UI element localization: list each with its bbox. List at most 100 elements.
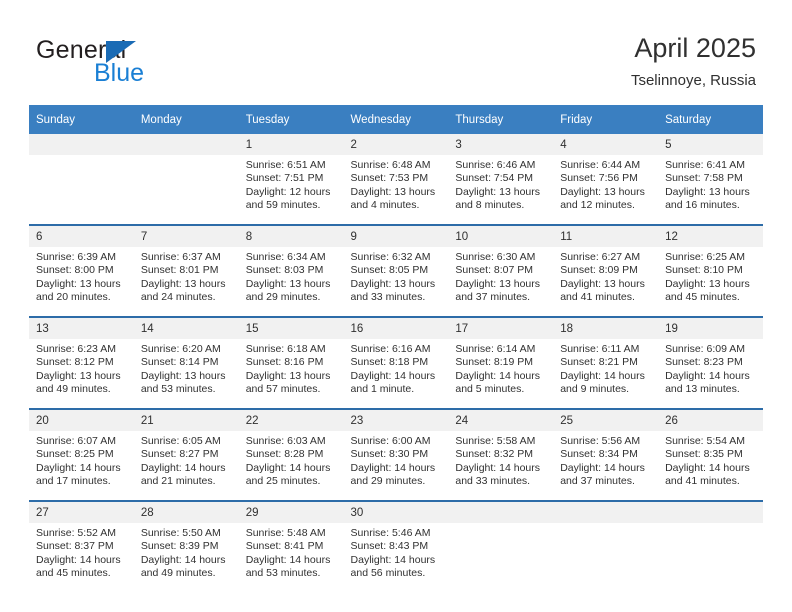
day-number: 18: [553, 318, 659, 339]
day-cell-inner: 10 Sunrise: 6:30 AM Sunset: 8:07 PM Dayligh…: [448, 226, 554, 316]
sunrise-text: Sunrise: 6:11 AM: [560, 343, 640, 355]
calendar-day-cell[interactable]: 13 Sunrise: 6:23 AM Sunset: 8:12 PM Dayligh…: [29, 317, 134, 409]
page-header: General Blue April 2025 Tselinnoye, Russ…: [0, 0, 792, 100]
sunrise-text: Sunrise: 6:18 AM: [245, 343, 326, 355]
day-cell-inner: 29 Sunrise: 5:48 AM Sunset: 8:41 PM Dayligh…: [238, 502, 344, 592]
sunrise-text: Sunrise: 5:58 AM: [455, 435, 536, 447]
daylight-text: Daylight: 13 hours and 4 minutes.: [350, 185, 436, 212]
day-number: 6: [29, 226, 134, 247]
day-number: [658, 502, 763, 523]
sunrise-text: Sunrise: 5:52 AM: [36, 527, 116, 539]
day-number: 8: [238, 226, 344, 247]
day-cell-inner: 17 Sunrise: 6:14 AM Sunset: 8:19 PM Dayligh…: [448, 318, 554, 408]
calendar-day-cell[interactable]: 17 Sunrise: 6:14 AM Sunset: 8:19 PM Dayligh…: [448, 317, 554, 409]
sunset-text: Sunset: 8:43 PM: [350, 540, 429, 553]
day-cell-inner: [553, 502, 659, 592]
sunset-text: Sunset: 8:41 PM: [245, 540, 324, 553]
calendar-day-cell[interactable]: 15 Sunrise: 6:18 AM Sunset: 8:16 PM Dayligh…: [238, 317, 344, 409]
calendar-day-cell[interactable]: 23 Sunrise: 6:00 AM Sunset: 8:30 PM Dayligh…: [343, 409, 449, 501]
sunset-text: Sunset: 8:14 PM: [140, 356, 219, 369]
day-details: Sunrise: 6:07 AM Sunset: 8:25 PM Daylight:…: [29, 431, 134, 489]
day-cell-inner: 23 Sunrise: 6:00 AM Sunset: 8:30 PM Dayligh…: [343, 410, 449, 500]
day-cell-inner: 26 Sunrise: 5:54 AM Sunset: 8:35 PM Dayligh…: [658, 410, 763, 500]
calendar-day-cell[interactable]: 18 Sunrise: 6:11 AM Sunset: 8:21 PM Dayligh…: [553, 317, 659, 409]
daylight-text: Daylight: 13 hours and 29 minutes.: [245, 277, 331, 304]
calendar-day-cell[interactable]: 3 Sunrise: 6:46 AM Sunset: 7:54 PM Daylight…: [448, 134, 554, 225]
calendar-day-cell[interactable]: 4 Sunrise: 6:44 AM Sunset: 7:56 PM Daylight…: [553, 134, 659, 225]
day-details: Sunrise: 6:05 AM Sunset: 8:27 PM Daylight:…: [134, 431, 239, 489]
sunrise-text: Sunrise: 6:48 AM: [350, 159, 431, 171]
calendar-day-cell[interactable]: 24 Sunrise: 5:58 AM Sunset: 8:32 PM Dayligh…: [448, 409, 554, 501]
day-details: Sunrise: 5:48 AM Sunset: 8:41 PM Daylight:…: [239, 523, 344, 581]
day-number: 27: [29, 502, 134, 523]
sunset-text: Sunset: 7:51 PM: [245, 172, 324, 185]
calendar-day-cell[interactable]: 25 Sunrise: 5:56 AM Sunset: 8:34 PM Dayligh…: [553, 409, 659, 501]
weekday-header-tuesday: Tuesday: [238, 105, 344, 134]
day-number: [133, 134, 239, 155]
calendar-day-cell[interactable]: 27 Sunrise: 5:52 AM Sunset: 8:37 PM Dayligh…: [29, 501, 134, 592]
daylight-text: Daylight: 13 hours and 8 minutes.: [455, 185, 541, 212]
daylight-text: Daylight: 14 hours and 41 minutes.: [665, 461, 750, 488]
sunrise-text: Sunrise: 5:48 AM: [245, 527, 326, 539]
calendar-day-cell[interactable]: 5 Sunrise: 6:41 AM Sunset: 7:58 PM Daylight…: [658, 134, 763, 225]
day-cell-inner: 12 Sunrise: 6:25 AM Sunset: 8:10 PM Dayligh…: [658, 226, 763, 316]
day-details: Sunrise: 5:58 AM Sunset: 8:32 PM Daylight:…: [448, 431, 553, 489]
sunrise-text: Sunrise: 6:16 AM: [350, 343, 431, 355]
daylight-text: Daylight: 14 hours and 37 minutes.: [560, 461, 645, 488]
day-number: 14: [133, 318, 239, 339]
calendar-day-cell[interactable]: 20 Sunrise: 6:07 AM Sunset: 8:25 PM Dayligh…: [29, 409, 134, 501]
daylight-text: Daylight: 14 hours and 5 minutes.: [455, 369, 541, 396]
sunrise-text: Sunrise: 6:14 AM: [455, 343, 536, 355]
sunrise-text: Sunrise: 5:56 AM: [560, 435, 641, 447]
day-number: 20: [29, 410, 134, 431]
day-cell-inner: 25 Sunrise: 5:56 AM Sunset: 8:34 PM Dayligh…: [553, 410, 659, 500]
day-details: Sunrise: 6:34 AM Sunset: 8:03 PM Daylight:…: [239, 247, 344, 305]
daylight-text: Daylight: 12 hours and 59 minutes.: [245, 185, 331, 212]
sunset-text: Sunset: 8:16 PM: [245, 356, 324, 369]
calendar-day-cell[interactable]: 2 Sunrise: 6:48 AM Sunset: 7:53 PM Daylight…: [343, 134, 449, 225]
day-cell-inner: 20 Sunrise: 6:07 AM Sunset: 8:25 PM Dayligh…: [29, 410, 134, 500]
daylight-text: Daylight: 14 hours and 25 minutes.: [245, 461, 331, 488]
sunrise-text: Sunrise: 5:54 AM: [665, 435, 746, 447]
calendar-day-cell[interactable]: 10 Sunrise: 6:30 AM Sunset: 8:07 PM Dayligh…: [448, 225, 554, 317]
calendar-day-cell-empty: [448, 501, 554, 592]
calendar-day-cell[interactable]: 29 Sunrise: 5:48 AM Sunset: 8:41 PM Dayligh…: [238, 501, 344, 592]
sunset-text: Sunset: 8:32 PM: [455, 448, 534, 461]
day-cell-inner: 8 Sunrise: 6:34 AM Sunset: 8:03 PM Daylight…: [238, 226, 344, 316]
calendar-day-cell[interactable]: 11 Sunrise: 6:27 AM Sunset: 8:09 PM Dayligh…: [553, 225, 659, 317]
daylight-text: Daylight: 14 hours and 53 minutes.: [245, 553, 331, 580]
calendar-day-cell[interactable]: 19 Sunrise: 6:09 AM Sunset: 8:23 PM Dayligh…: [658, 317, 763, 409]
calendar-week-row: 27 Sunrise: 5:52 AM Sunset: 8:37 PM Dayligh…: [29, 501, 763, 592]
weekday-header-sunday: Sunday: [29, 105, 134, 134]
daylight-text: Daylight: 14 hours and 1 minute.: [350, 369, 436, 396]
day-details: Sunrise: 6:00 AM Sunset: 8:30 PM Daylight:…: [344, 431, 449, 489]
sunset-text: Sunset: 8:12 PM: [36, 356, 114, 369]
day-number: 25: [553, 410, 659, 431]
calendar-day-cell[interactable]: 30 Sunrise: 5:46 AM Sunset: 8:43 PM Dayligh…: [343, 501, 449, 592]
calendar-week-row: 1 Sunrise: 6:51 AM Sunset: 7:51 PM Daylight…: [29, 134, 763, 225]
calendar-day-cell[interactable]: 7 Sunrise: 6:37 AM Sunset: 8:01 PM Daylight…: [133, 225, 239, 317]
calendar-page: General Blue April 2025 Tselinnoye, Russ…: [0, 0, 792, 612]
calendar-day-cell[interactable]: 9 Sunrise: 6:32 AM Sunset: 8:05 PM Daylight…: [343, 225, 449, 317]
calendar-day-cell[interactable]: 14 Sunrise: 6:20 AM Sunset: 8:14 PM Dayligh…: [133, 317, 239, 409]
sunrise-text: Sunrise: 6:00 AM: [350, 435, 431, 447]
calendar-day-cell[interactable]: 28 Sunrise: 5:50 AM Sunset: 8:39 PM Dayligh…: [133, 501, 239, 592]
day-number: 16: [343, 318, 449, 339]
day-details: Sunrise: 6:46 AM Sunset: 7:54 PM Daylight:…: [448, 155, 553, 213]
calendar-day-cell[interactable]: 6 Sunrise: 6:39 AM Sunset: 8:00 PM Daylight…: [29, 225, 134, 317]
brand-logo[interactable]: General Blue: [36, 36, 266, 92]
calendar-body: 1 Sunrise: 6:51 AM Sunset: 7:51 PM Daylight…: [29, 134, 763, 592]
calendar-day-cell[interactable]: 12 Sunrise: 6:25 AM Sunset: 8:10 PM Dayligh…: [658, 225, 763, 317]
calendar-day-cell[interactable]: 21 Sunrise: 6:05 AM Sunset: 8:27 PM Dayligh…: [133, 409, 239, 501]
sunrise-text: Sunrise: 6:41 AM: [665, 159, 746, 171]
calendar-day-cell[interactable]: 1 Sunrise: 6:51 AM Sunset: 7:51 PM Daylight…: [238, 134, 344, 225]
calendar-day-cell[interactable]: 16 Sunrise: 6:16 AM Sunset: 8:18 PM Dayligh…: [343, 317, 449, 409]
day-number: 3: [448, 134, 554, 155]
calendar-day-cell[interactable]: 26 Sunrise: 5:54 AM Sunset: 8:35 PM Dayligh…: [658, 409, 763, 501]
day-number: 13: [29, 318, 134, 339]
sunrise-text: Sunrise: 6:05 AM: [140, 435, 221, 447]
calendar-day-cell[interactable]: 8 Sunrise: 6:34 AM Sunset: 8:03 PM Daylight…: [238, 225, 344, 317]
calendar-week-row: 6 Sunrise: 6:39 AM Sunset: 8:00 PM Daylight…: [29, 225, 763, 317]
day-number: 5: [658, 134, 763, 155]
calendar-day-cell[interactable]: 22 Sunrise: 6:03 AM Sunset: 8:28 PM Dayligh…: [238, 409, 344, 501]
